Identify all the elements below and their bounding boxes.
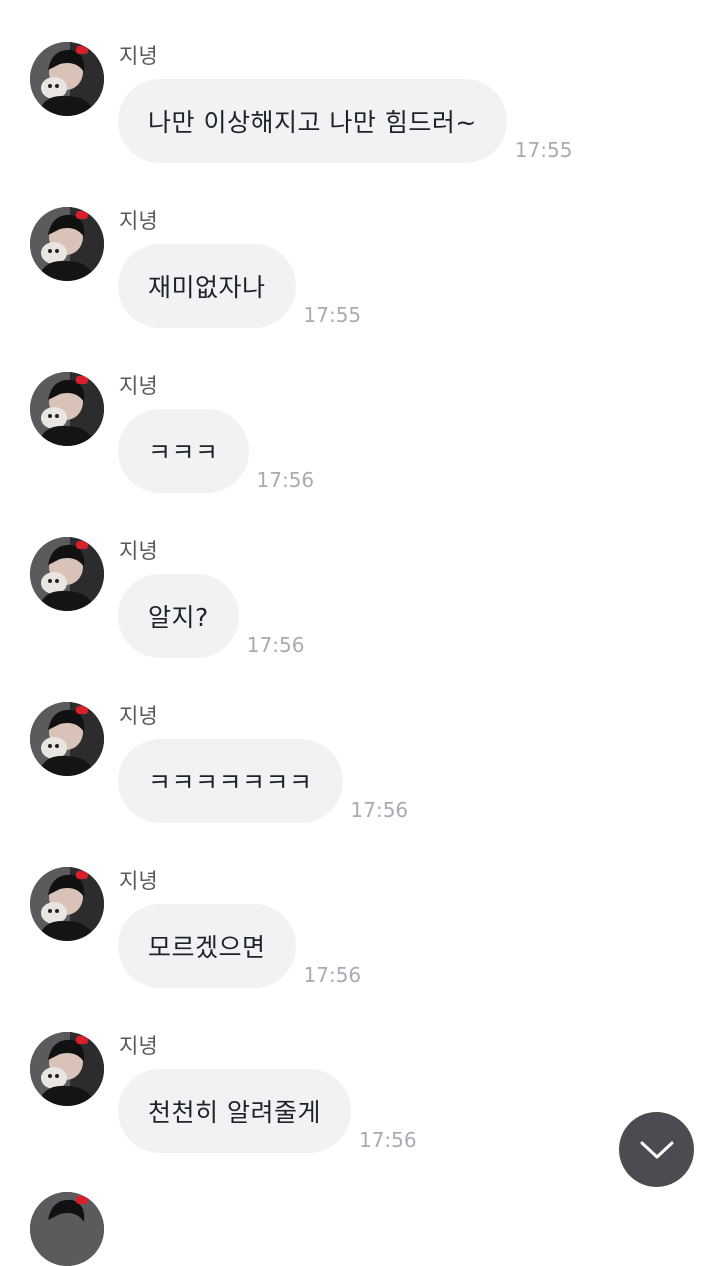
message-time: 17:55: [514, 138, 573, 162]
avatar[interactable]: [30, 42, 104, 116]
profile-photo-icon: [30, 372, 104, 446]
profile-photo-icon: [30, 42, 104, 116]
message-bubble[interactable]: 모르겠으면: [118, 904, 296, 988]
message-bubble[interactable]: 재미없자나: [118, 244, 296, 328]
profile-photo-icon: [30, 537, 104, 611]
message-item: 지녕 알지? 17:56: [0, 537, 722, 702]
message-time: 17:56: [358, 1128, 417, 1152]
message-time: 17:56: [303, 963, 362, 987]
chat-message-list[interactable]: 지녕 나만 이상해지고 나만 힘드러~ 17:55 지녕 재미없자나 17:55: [0, 0, 722, 1266]
message-item: 지녕 나만 이상해지고 나만 힘드러~ 17:55: [0, 42, 722, 207]
message-bubble[interactable]: 알지?: [118, 574, 239, 658]
scroll-to-bottom-button[interactable]: [619, 1112, 694, 1187]
sender-name: 지녕: [119, 209, 158, 233]
message-item: 지녕 천천히 알려줄게 17:56: [0, 1032, 722, 1197]
profile-photo-icon: [30, 702, 104, 776]
message-item: 지녕 모르겠으면 17:56: [0, 867, 722, 1032]
sender-name: 지녕: [119, 1034, 158, 1058]
avatar[interactable]: [30, 1192, 104, 1266]
sender-name: 지녕: [119, 869, 158, 893]
chevron-down-icon: [640, 1141, 673, 1158]
sender-name: 지녕: [119, 539, 158, 563]
avatar[interactable]: [30, 537, 104, 611]
sender-name: 지녕: [119, 704, 158, 728]
message-time: 17:55: [303, 303, 362, 327]
message-time: 17:56: [350, 798, 409, 822]
sender-name: 지녕: [119, 44, 158, 68]
avatar[interactable]: [30, 867, 104, 941]
avatar[interactable]: [30, 702, 104, 776]
profile-photo-icon: [30, 867, 104, 941]
message-time: 17:56: [256, 468, 315, 492]
message-item: 지녕 재미없자나 17:55: [0, 207, 722, 372]
sender-name: 지녕: [119, 374, 158, 398]
message-item: 지녕 ㅋㅋㅋㅋㅋㅋㅋ 17:56: [0, 702, 722, 867]
avatar[interactable]: [30, 1032, 104, 1106]
avatar[interactable]: [30, 207, 104, 281]
message-bubble[interactable]: 나만 이상해지고 나만 힘드러~: [118, 79, 507, 163]
message-item: 지녕 ㅋㅋㅋ 17:56: [0, 372, 722, 537]
profile-photo-icon: [30, 1192, 104, 1266]
message-bubble[interactable]: ㅋㅋㅋㅋㅋㅋㅋ: [118, 739, 343, 823]
avatar[interactable]: [30, 372, 104, 446]
profile-photo-icon: [30, 1032, 104, 1106]
message-bubble[interactable]: ㅋㅋㅋ: [118, 409, 249, 493]
profile-photo-icon: [30, 207, 104, 281]
message-time: 17:56: [246, 633, 305, 657]
message-bubble[interactable]: 천천히 알려줄게: [118, 1069, 351, 1153]
